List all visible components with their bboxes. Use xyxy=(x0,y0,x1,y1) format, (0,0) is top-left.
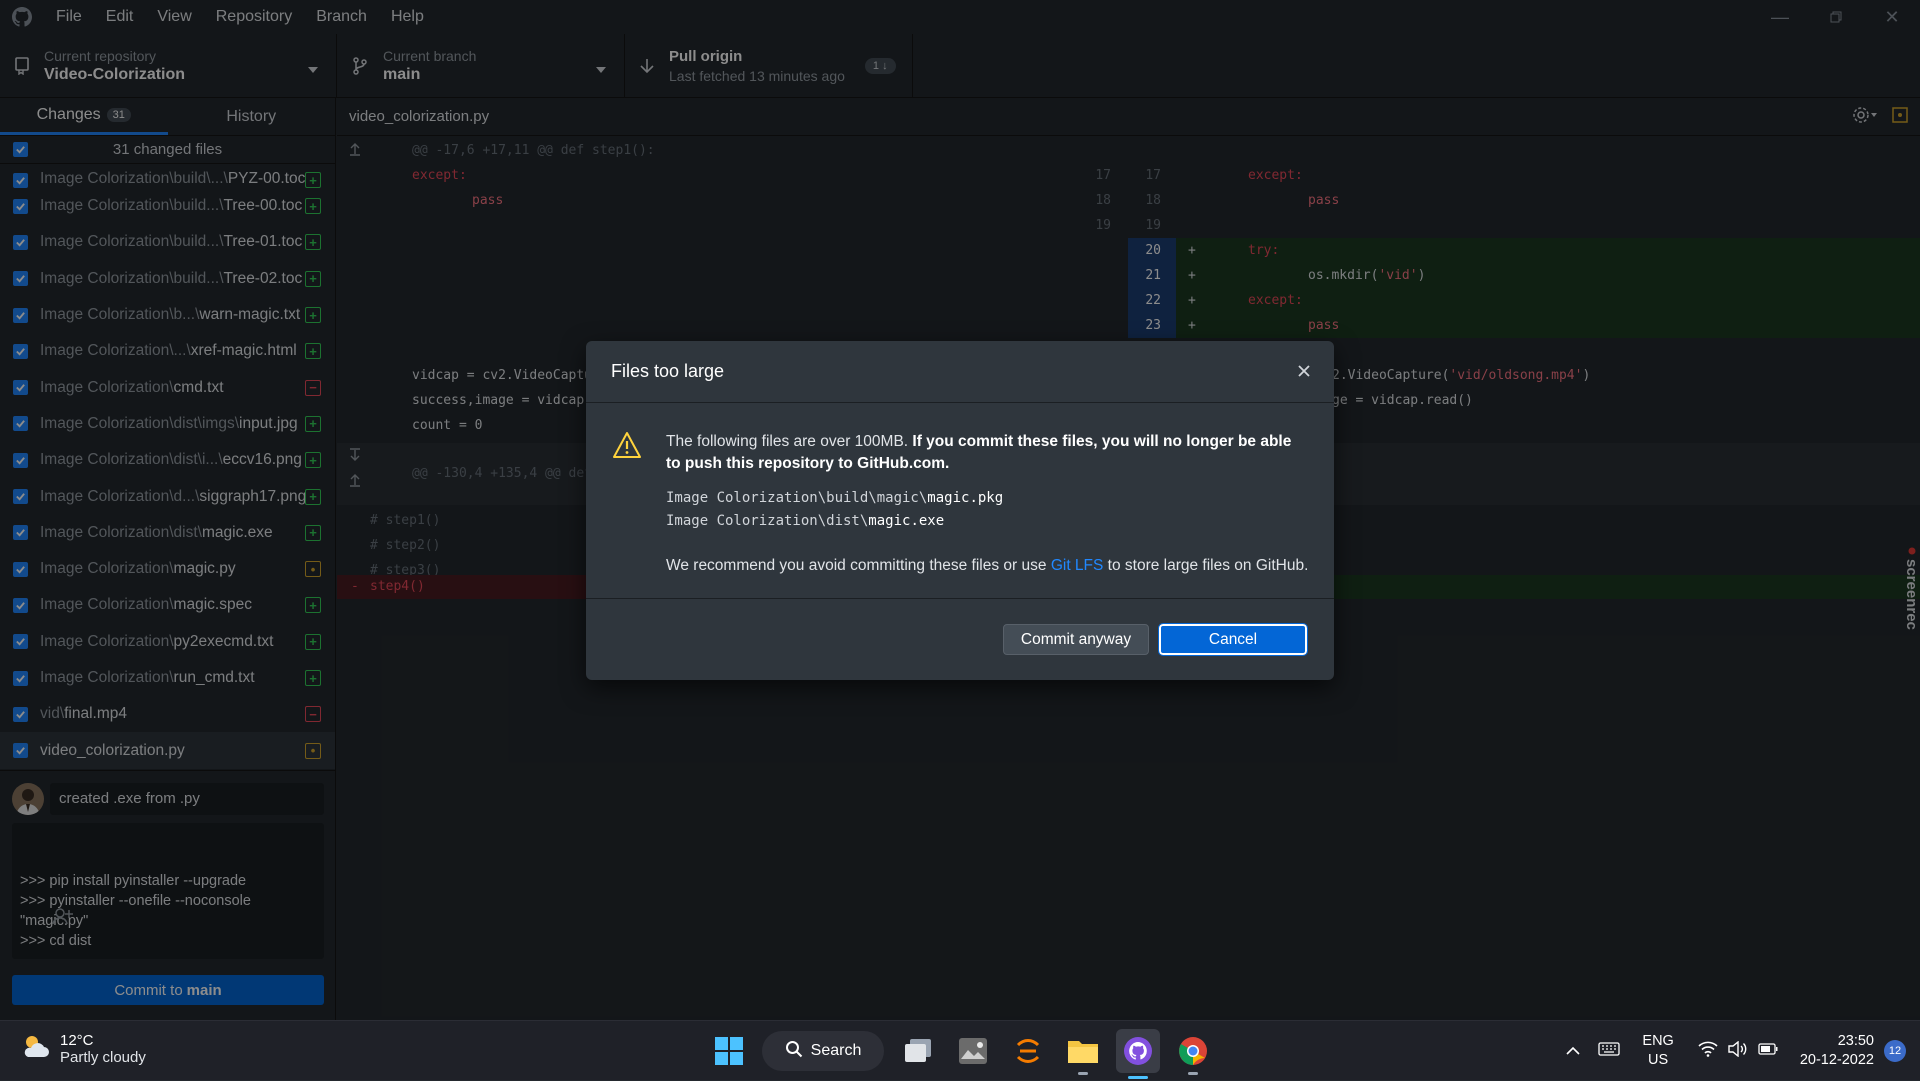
language-region: US xyxy=(1648,1052,1669,1068)
wifi-icon[interactable] xyxy=(1698,1041,1718,1062)
chrome-icon[interactable] xyxy=(1171,1029,1215,1075)
large-file-name: magic.exe xyxy=(868,513,945,529)
volume-icon[interactable] xyxy=(1728,1040,1748,1062)
weather-condition: Partly cloudy xyxy=(60,1048,146,1066)
task-view-icon[interactable] xyxy=(896,1029,940,1073)
language-indicator[interactable]: ENG US xyxy=(1642,1032,1673,1070)
windows-start-icon[interactable] xyxy=(707,1029,751,1073)
dialog-message: The following files are over 100MB. If y… xyxy=(666,431,1296,475)
partly-cloudy-icon xyxy=(20,1031,52,1066)
app-icon-orange[interactable] xyxy=(1006,1029,1050,1073)
temperature: 12°C xyxy=(60,1031,94,1049)
language-code: ENG xyxy=(1642,1033,1674,1049)
keyboard-icon[interactable] xyxy=(1598,1041,1621,1061)
close-icon[interactable] xyxy=(1294,361,1314,381)
file-explorer-icon[interactable] xyxy=(1061,1029,1105,1075)
clock[interactable]: 23:50 20-12-2022 xyxy=(1800,1032,1874,1070)
large-files-list: Image Colorization\build\magic\magic.pkg… xyxy=(666,487,1003,533)
warning-icon xyxy=(612,431,642,464)
system-tray: ENG US 23:50 20-12-2022 12 xyxy=(1566,1021,1920,1081)
search-icon xyxy=(785,1040,803,1063)
clock-date: 20-12-2022 xyxy=(1799,1052,1874,1068)
photos-app-icon[interactable] xyxy=(951,1029,995,1073)
large-file-path: Image Colorization\dist\ xyxy=(666,513,869,529)
dialog-title: Files too large xyxy=(611,361,725,381)
files-too-large-dialog: Files too large The following files are … xyxy=(586,341,1334,680)
cancel-button[interactable]: Cancel xyxy=(1158,623,1308,656)
battery-icon[interactable] xyxy=(1758,1042,1778,1060)
rec-text-post: to store large files on GitHub. xyxy=(1103,557,1309,574)
clock-time: 23:50 xyxy=(1837,1033,1874,1049)
taskbar-search[interactable]: Search xyxy=(762,1031,884,1071)
rec-text-pre: We recommend you avoid committing these … xyxy=(666,557,1051,574)
dialog-message-plain: The following files are over 100MB. xyxy=(666,433,913,450)
git-lfs-link[interactable]: Git LFS xyxy=(1051,557,1104,574)
search-label: Search xyxy=(810,1042,862,1059)
large-file-item: Image Colorization\build\magic\magic.pkg xyxy=(666,487,1003,510)
large-file-item: Image Colorization\dist\magic.exe xyxy=(666,510,1003,533)
large-file-name: magic.pkg xyxy=(927,490,1004,506)
taskbar: 12°C Partly cloudy Search ENG US 23:50 2… xyxy=(0,1020,1920,1080)
large-file-path: Image Colorization\build\magic\ xyxy=(666,490,928,506)
weather-widget[interactable]: 12°C Partly cloudy xyxy=(20,1031,146,1066)
github-desktop-icon[interactable] xyxy=(1116,1029,1160,1079)
dialog-recommendation: We recommend you avoid committing these … xyxy=(666,557,1308,575)
commit-anyway-button[interactable]: Commit anyway xyxy=(1003,624,1149,655)
chevron-up-icon[interactable] xyxy=(1566,1042,1580,1060)
notification-badge[interactable]: 12 xyxy=(1884,1040,1906,1062)
